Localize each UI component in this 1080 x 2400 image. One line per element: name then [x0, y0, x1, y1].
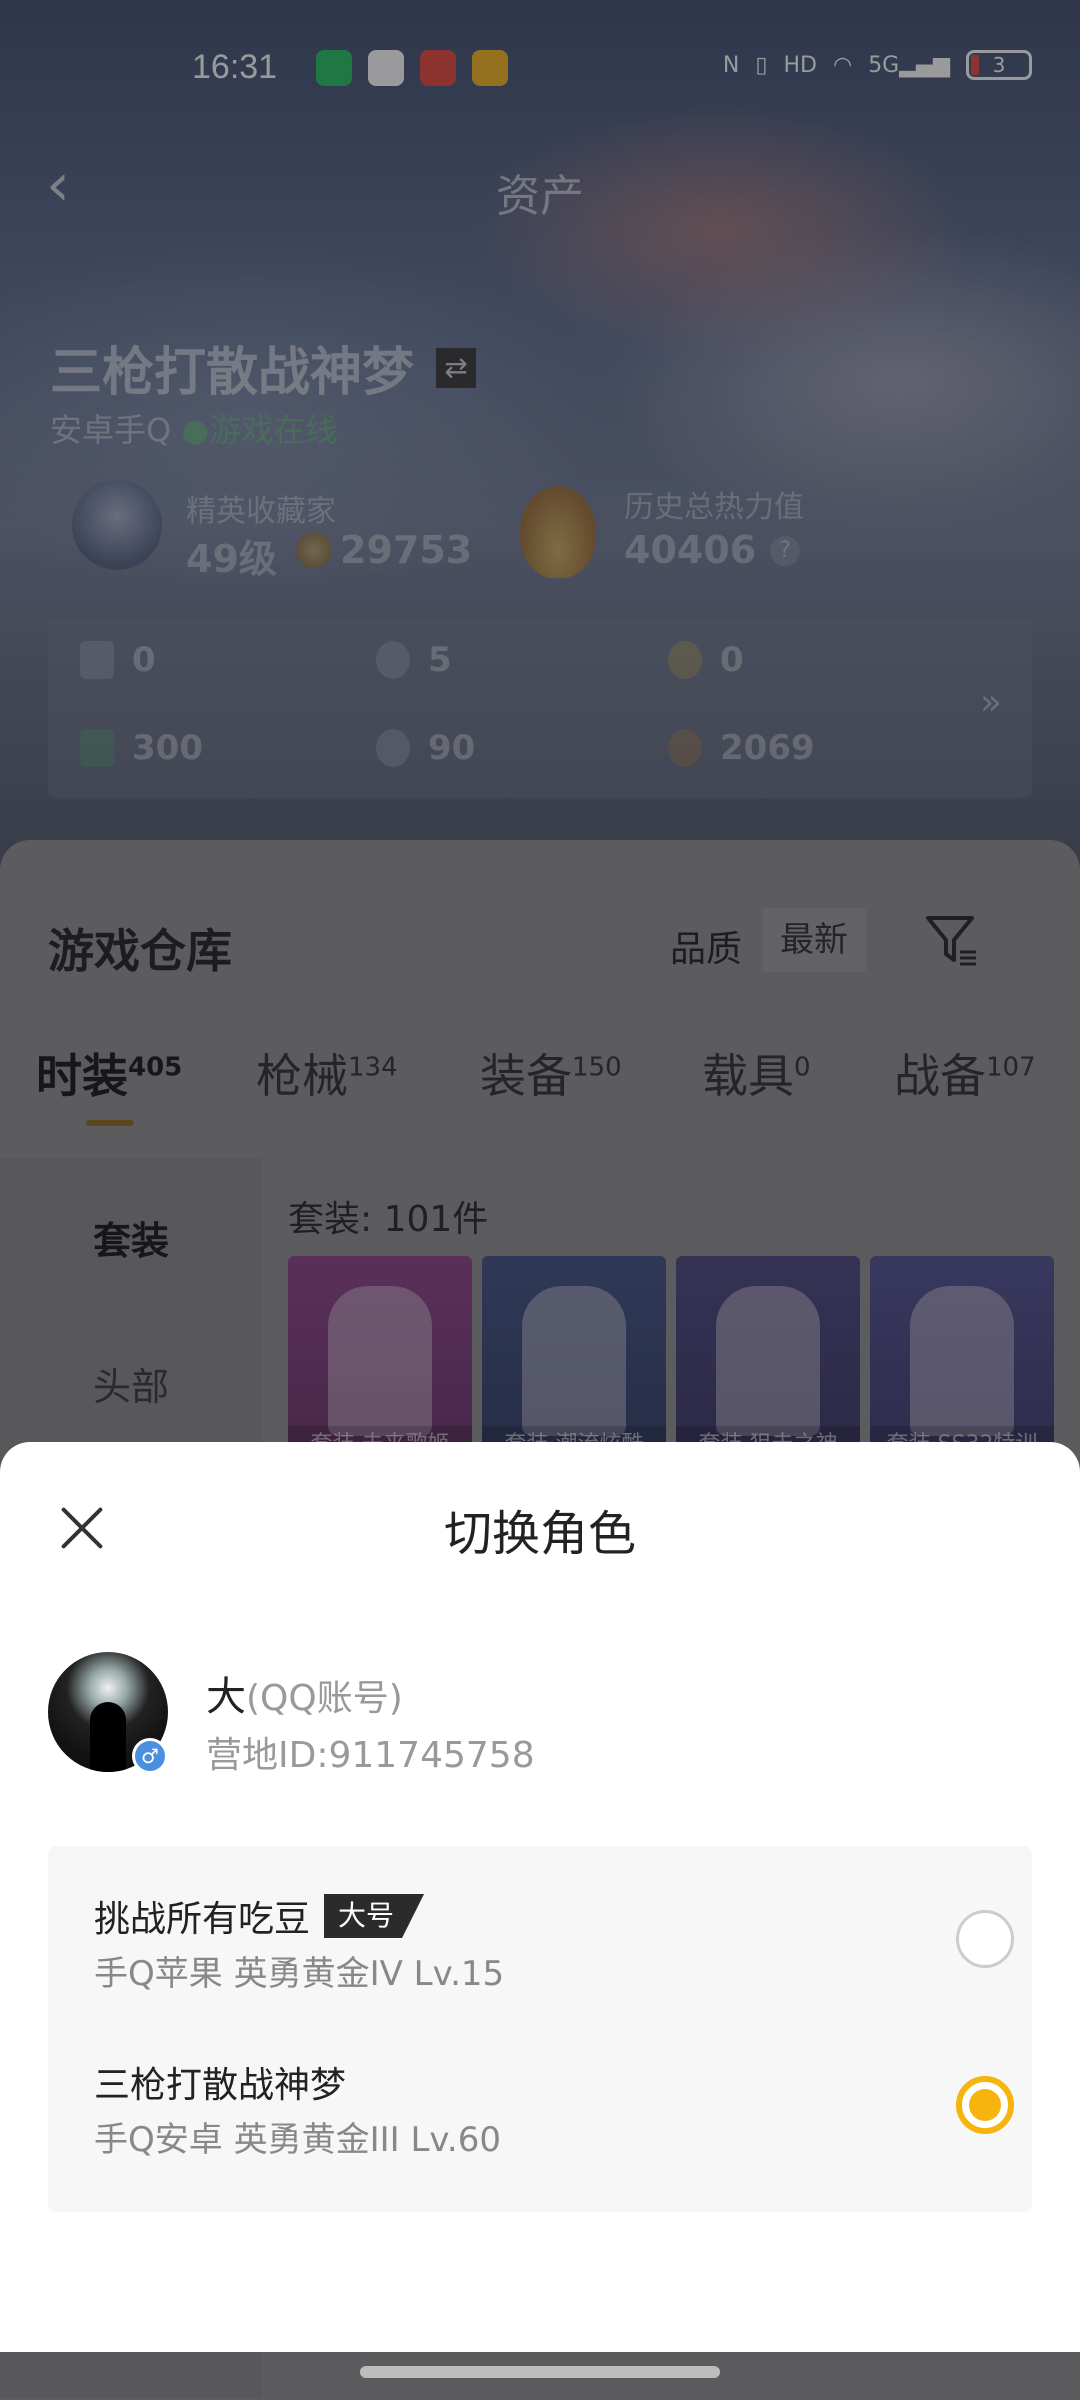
role-name: 三枪打散战神梦: [94, 2065, 347, 2106]
account-id: 营地ID:911745758: [206, 1735, 535, 1776]
role-list: 挑战所有吃豆 大号 手Q苹果 英勇黄金IV Lv.15 三枪打散战神梦 手Q安卓…: [48, 1846, 1032, 2212]
account-name-text: 大: [206, 1674, 246, 1720]
role-item[interactable]: 挑战所有吃豆 大号 手Q苹果 英勇黄金IV Lv.15: [94, 1890, 1014, 2030]
role-item[interactable]: 三枪打散战神梦 手Q安卓 英勇黄金III Lv.60: [94, 2056, 1014, 2196]
account-name: 大(QQ账号): [206, 1664, 403, 1722]
switch-role-sheet: 切换角色 ♂ 大(QQ账号) 营地ID:911745758 挑战所有吃豆 大号 …: [0, 1442, 1080, 2352]
role-detail: 手Q安卓 英勇黄金III Lv.60: [94, 2120, 501, 2160]
role-name-row: 挑战所有吃豆 大号: [94, 1890, 425, 1942]
account-type: (QQ账号): [246, 1678, 403, 1719]
role-detail: 手Q苹果 英勇黄金IV Lv.15: [94, 1954, 505, 1994]
role-radio-selected[interactable]: [956, 2076, 1014, 2134]
home-indicator[interactable]: [360, 2366, 720, 2378]
role-radio[interactable]: [956, 1910, 1014, 1968]
sheet-title: 切换角色: [443, 1506, 636, 1562]
main-account-badge: 大号: [324, 1894, 425, 1938]
role-name-row: 三枪打散战神梦: [94, 2056, 346, 2108]
role-name: 挑战所有吃豆: [94, 1899, 311, 1940]
male-icon: ♂: [132, 1738, 168, 1774]
